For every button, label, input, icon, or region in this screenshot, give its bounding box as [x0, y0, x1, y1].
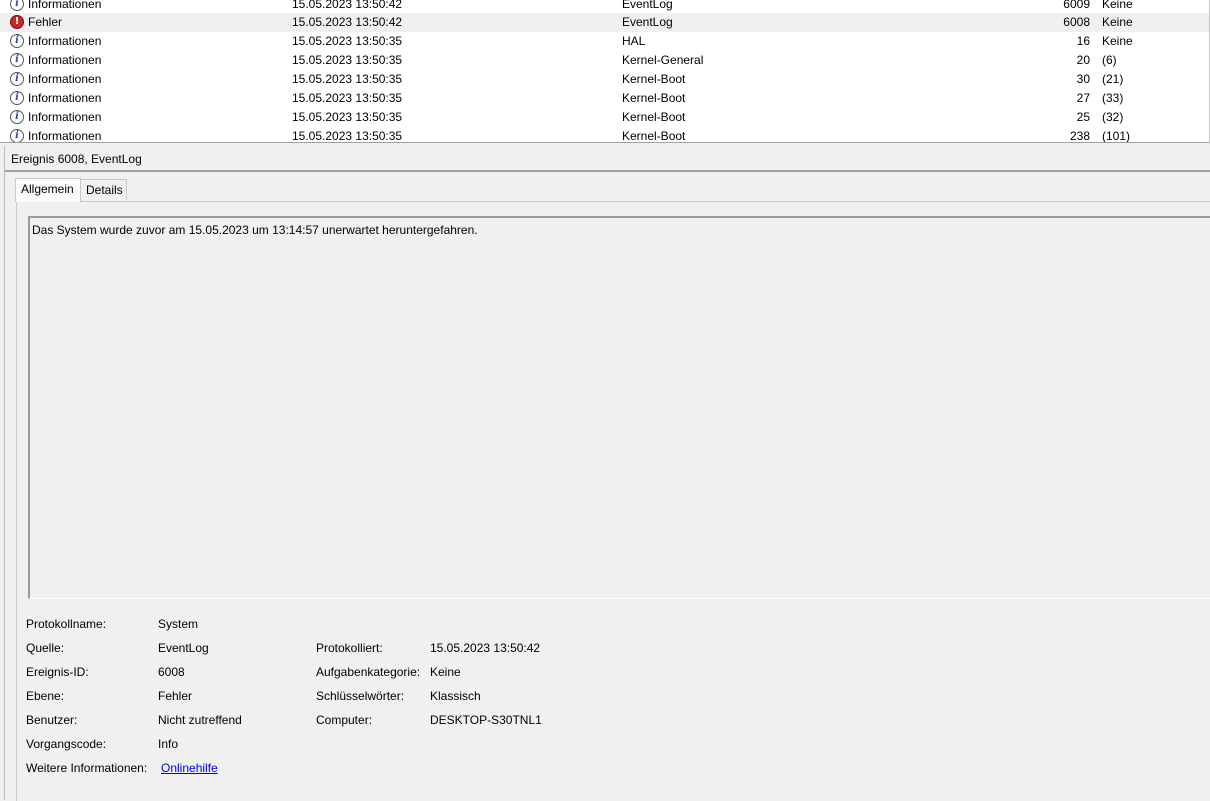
event-row[interactable]: i Informationen 15.05.2023 13:50:35 Kernel-…	[0, 108, 1210, 127]
event-source: EventLog	[622, 0, 673, 11]
event-level: Informationen	[28, 0, 102, 11]
event-row[interactable]: i Informationen 15.05.2023 13:50:42 EventLo…	[0, 0, 1210, 14]
info-icon: i	[10, 72, 26, 88]
event-description-box[interactable]: Das System wurde zuvor am 15.05.2023 um …	[28, 216, 1210, 599]
event-source: Kernel-General	[622, 53, 704, 67]
online-help-link[interactable]: Onlinehilfe	[161, 761, 218, 775]
task-category-value: Keine	[430, 665, 461, 679]
tab-details[interactable]: Details	[81, 179, 127, 200]
event-id: 27	[1076, 91, 1090, 105]
info-icon: i	[10, 34, 26, 50]
event-level: Informationen	[28, 91, 102, 105]
event-level: Informationen	[28, 34, 102, 48]
list-divider	[0, 142, 1210, 143]
opcode-value: Info	[158, 737, 179, 751]
info-icon: i	[10, 91, 26, 107]
keywords-value: Klassisch	[430, 689, 481, 703]
event-list[interactable]: i Informationen 15.05.2023 13:50:42 EventLo…	[0, 0, 1210, 143]
event-task-category: (6)	[1102, 53, 1117, 67]
tab-allgemein[interactable]: Allgemein	[15, 178, 81, 202]
event-date: 15.05.2023 13:50:35	[292, 72, 403, 86]
event-source: HAL	[622, 34, 646, 48]
logged-label: Protokolliert:	[316, 641, 383, 655]
logged-value: 15.05.2023 13:50:42	[430, 641, 541, 655]
info-icon: i	[10, 53, 26, 69]
computer-label: Computer:	[316, 713, 373, 727]
error-icon: !	[10, 15, 26, 31]
user-value: Nicht zutreffend	[158, 713, 242, 727]
event-description: Das System wurde zuvor am 15.05.2023 um …	[32, 223, 478, 237]
event-source: Kernel-Boot	[622, 110, 686, 124]
event-id: 16	[1076, 34, 1090, 48]
event-row[interactable]: i Informationen 15.05.2023 13:50:35 Kernel-…	[0, 89, 1210, 108]
log-name-value: System	[158, 617, 199, 631]
event-level: Informationen	[28, 129, 102, 143]
event-source: Kernel-Boot	[622, 129, 686, 143]
event-date: 15.05.2023 13:50:35	[292, 34, 403, 48]
level-label: Ebene:	[26, 689, 65, 703]
source-label: Quelle:	[26, 641, 65, 655]
event-id: 20	[1076, 53, 1090, 67]
event-level: Informationen	[28, 110, 102, 124]
source-value: EventLog	[158, 641, 209, 655]
event-date: 15.05.2023 13:50:42	[292, 0, 403, 11]
event-row[interactable]: ! Fehler 15.05.2023 13:50:42 EventLog 6008 Ke…	[0, 13, 1210, 32]
opcode-label: Vorgangscode:	[26, 737, 107, 751]
event-date: 15.05.2023 13:50:35	[292, 53, 403, 67]
event-task-category: (33)	[1102, 91, 1124, 105]
event-row[interactable]: i Informationen 15.05.2023 13:50:35 Kernel-…	[0, 70, 1210, 89]
event-task-category: Keine	[1102, 15, 1133, 29]
event-id-value: 6008	[158, 665, 185, 679]
event-date: 15.05.2023 13:50:35	[292, 110, 403, 124]
log-name-label: Protokollname:	[26, 617, 107, 631]
event-date: 15.05.2023 13:50:35	[292, 91, 403, 105]
event-row[interactable]: i Informationen 15.05.2023 13:50:35 Kernel-…	[0, 127, 1210, 143]
event-id: 238	[1069, 129, 1090, 143]
level-value: Fehler	[158, 689, 193, 703]
pane-frame	[4, 146, 5, 800]
event-id: 6008	[1063, 15, 1090, 29]
keywords-label: Schlüsselwörter:	[316, 689, 405, 703]
event-id: 30	[1076, 72, 1090, 86]
event-date: 15.05.2023 13:50:35	[292, 129, 403, 143]
event-task-category: (32)	[1102, 110, 1124, 124]
event-task-category: Keine	[1102, 0, 1133, 11]
event-task-category: (21)	[1102, 72, 1124, 86]
info-icon: i	[10, 129, 26, 143]
event-level: Fehler	[28, 15, 63, 29]
event-row[interactable]: i Informationen 15.05.2023 13:50:35 HAL 16 Ke…	[0, 32, 1210, 51]
event-level: Informationen	[28, 53, 102, 67]
event-source: Kernel-Boot	[622, 91, 686, 105]
info-icon: i	[10, 0, 26, 13]
event-task-category: Keine	[1102, 34, 1133, 48]
event-source: Kernel-Boot	[622, 72, 686, 86]
event-date: 15.05.2023 13:50:42	[292, 15, 403, 29]
event-source: EventLog	[622, 15, 673, 29]
task-category-label: Aufgabenkategorie:	[316, 665, 421, 679]
event-task-category: (101)	[1102, 129, 1131, 143]
event-level: Informationen	[28, 72, 102, 86]
info-icon: i	[10, 110, 26, 126]
event-title: Ereignis 6008, EventLog	[11, 152, 142, 166]
computer-value: DESKTOP-S30TNL1	[430, 713, 542, 727]
event-detail-header: Ereignis 6008, EventLog	[5, 147, 1210, 172]
event-id: 25	[1076, 110, 1090, 124]
user-label: Benutzer:	[26, 713, 78, 727]
event-id: 6009	[1063, 0, 1090, 11]
more-info-label: Weitere Informationen:	[26, 761, 148, 775]
event-row[interactable]: i Informationen 15.05.2023 13:50:35 Kernel-…	[0, 51, 1210, 70]
event-id-label: Ereignis-ID:	[26, 665, 89, 679]
